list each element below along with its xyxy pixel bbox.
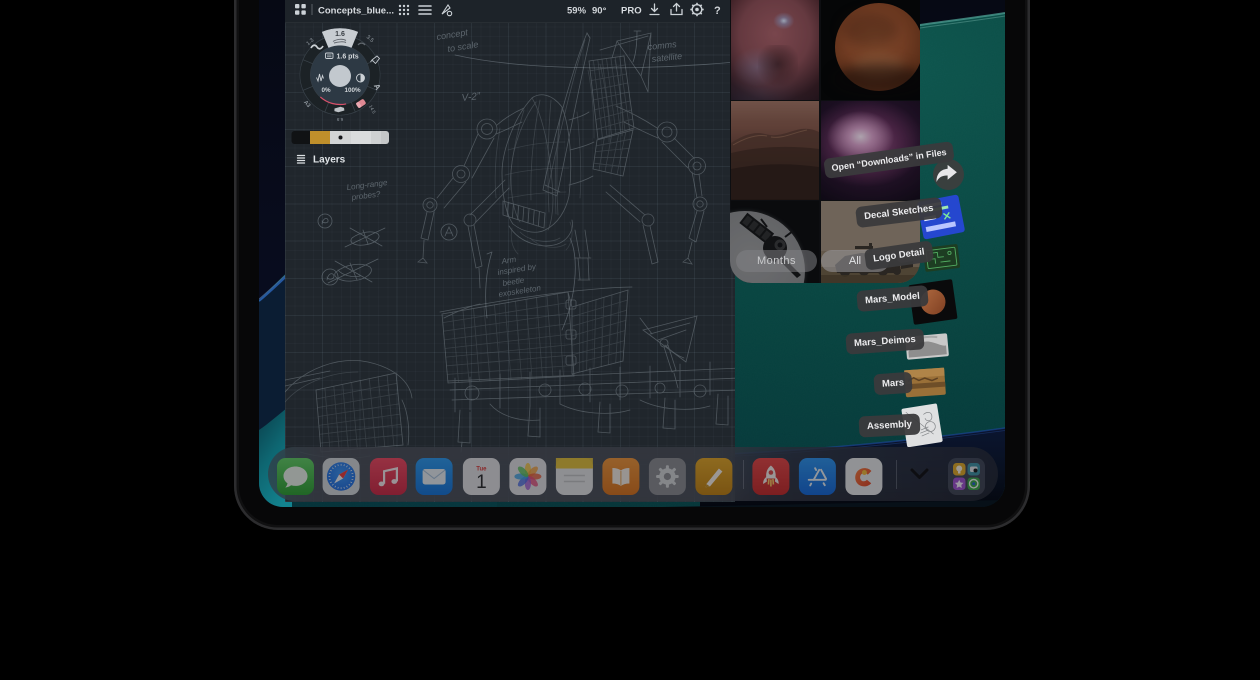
svg-text:concept: concept xyxy=(436,27,469,42)
svg-text:59%: 59% xyxy=(567,6,587,17)
svg-text:satellite: satellite xyxy=(651,51,682,64)
svg-text:to scale: to scale xyxy=(447,39,479,54)
svg-text:probes?: probes? xyxy=(350,189,381,202)
svg-text:90°: 90° xyxy=(592,6,607,17)
svg-text:Long-range: Long-range xyxy=(346,178,388,192)
svg-text:comms: comms xyxy=(647,39,677,52)
svg-text:V-2”: V-2” xyxy=(461,91,481,104)
svg-text:?: ? xyxy=(714,5,721,17)
svg-text:Concepts_blue...: Concepts_blue... xyxy=(318,6,394,17)
svg-text:PRO: PRO xyxy=(621,6,642,17)
